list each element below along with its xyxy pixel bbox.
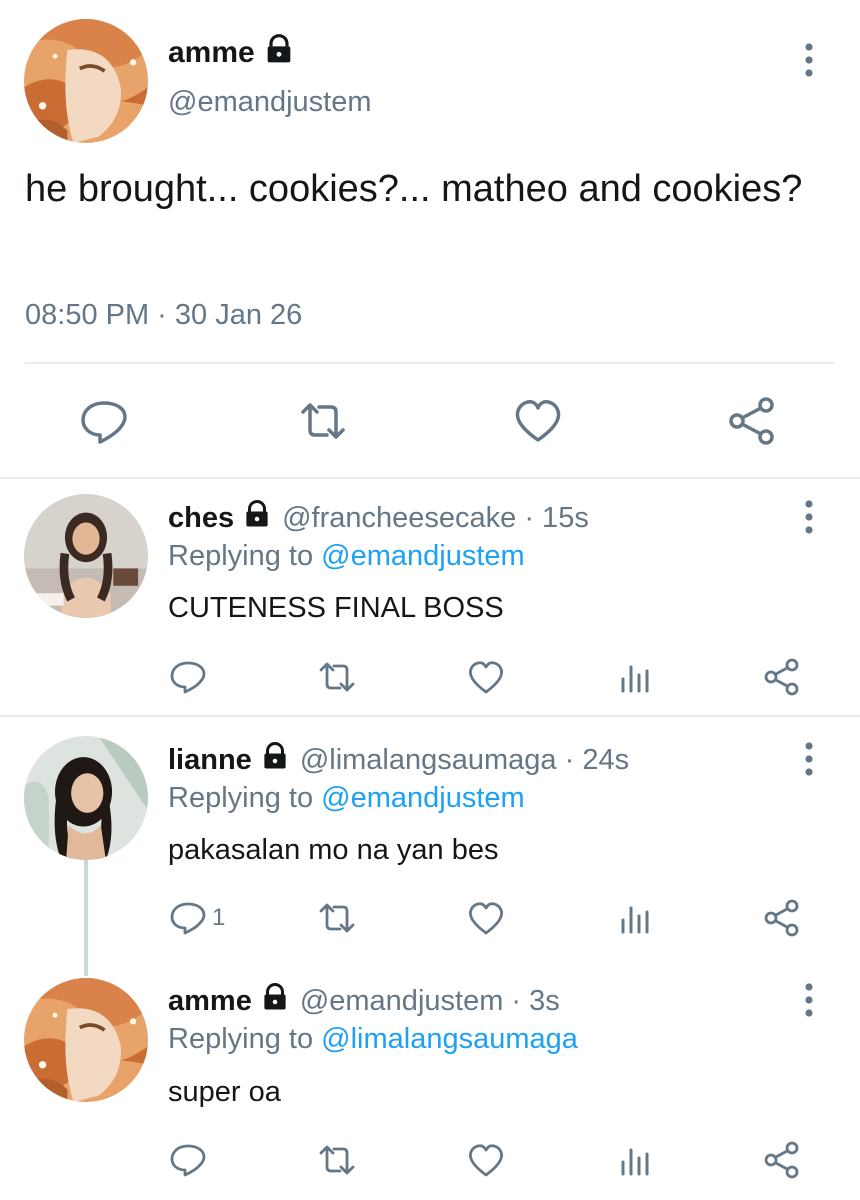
thread-line <box>84 858 88 976</box>
divider <box>25 362 835 364</box>
replying-to-label: Replying to <box>168 1023 322 1055</box>
replying-to-link[interactable]: @limalangsaumaga <box>321 1023 578 1055</box>
analytics-icon[interactable] <box>615 1140 655 1180</box>
lock-icon <box>263 33 295 73</box>
lock-icon <box>260 741 290 779</box>
replying-to-label: Replying to <box>168 540 322 572</box>
replying-to: Replying to @limalangsaumaga <box>168 1023 578 1056</box>
tweet-header: amme @emandjustem · 3s <box>168 982 560 1020</box>
avatar[interactable] <box>24 494 148 618</box>
handle[interactable]: @limalangsaumaga · 24s <box>300 744 629 777</box>
reply-icon[interactable] <box>168 898 208 938</box>
handle[interactable]: @emandjustem <box>168 86 372 119</box>
tweet-text: pakasalan mo na yan bes <box>168 834 499 866</box>
reply-icon[interactable] <box>78 395 130 447</box>
tweet-text: he brought... cookies?... matheo and coo… <box>25 168 803 210</box>
more-vertical-icon[interactable] <box>794 739 824 779</box>
tweet-text: CUTENESS FINAL BOSS <box>168 592 504 624</box>
lock-icon <box>260 982 290 1020</box>
replying-to: Replying to @emandjustem <box>168 782 525 815</box>
more-vertical-icon[interactable] <box>794 40 824 80</box>
replying-to-link[interactable]: @emandjustem <box>321 540 525 572</box>
share-icon[interactable] <box>762 898 802 938</box>
tweet-header: ches @francheesecake · 15s <box>168 499 589 537</box>
handle[interactable]: @francheesecake · 15s <box>282 502 589 535</box>
share-icon[interactable] <box>762 1140 802 1180</box>
heart-icon[interactable] <box>512 395 564 447</box>
avatar[interactable] <box>24 736 148 860</box>
handle[interactable]: @emandjustem · 3s <box>300 985 560 1018</box>
reply-icon[interactable] <box>168 657 208 697</box>
retweet-icon[interactable] <box>317 898 357 938</box>
display-name[interactable]: amme <box>168 985 252 1018</box>
divider <box>0 715 860 717</box>
display-name[interactable]: lianne <box>168 744 252 777</box>
tweet-header: lianne @limalangsaumaga · 24s <box>168 741 629 779</box>
replying-to: Replying to @emandjustem <box>168 540 525 573</box>
replying-to-link[interactable]: @emandjustem <box>321 782 525 814</box>
heart-icon[interactable] <box>466 898 506 938</box>
share-icon[interactable] <box>762 657 802 697</box>
avatar-image-lianne <box>24 736 148 860</box>
analytics-icon[interactable] <box>615 898 655 938</box>
divider <box>0 477 860 479</box>
retweet-icon[interactable] <box>317 657 357 697</box>
retweet-icon[interactable] <box>317 1140 357 1180</box>
analytics-icon[interactable] <box>615 657 655 697</box>
reply-count: 1 <box>212 904 226 931</box>
share-icon[interactable] <box>726 395 778 447</box>
tweet-timestamp[interactable]: 08:50 PM · 30 Jan 26 <box>25 299 302 332</box>
lock-icon <box>242 499 272 537</box>
display-name-text[interactable]: amme <box>168 36 255 70</box>
more-vertical-icon[interactable] <box>794 980 824 1020</box>
more-vertical-icon[interactable] <box>794 497 824 537</box>
heart-icon[interactable] <box>466 657 506 697</box>
avatar-image-amme <box>24 19 148 143</box>
display-name[interactable]: ches <box>168 502 234 535</box>
avatar[interactable] <box>24 19 148 143</box>
avatar-image-amme <box>24 978 148 1102</box>
avatar[interactable] <box>24 978 148 1102</box>
heart-icon[interactable] <box>466 1140 506 1180</box>
display-name[interactable]: amme <box>168 33 295 73</box>
avatar-image-ches <box>24 494 148 618</box>
reply-icon[interactable] <box>168 1140 208 1180</box>
retweet-icon[interactable] <box>297 395 349 447</box>
tweet-text: super oa <box>168 1076 281 1108</box>
replying-to-label: Replying to <box>168 782 322 814</box>
